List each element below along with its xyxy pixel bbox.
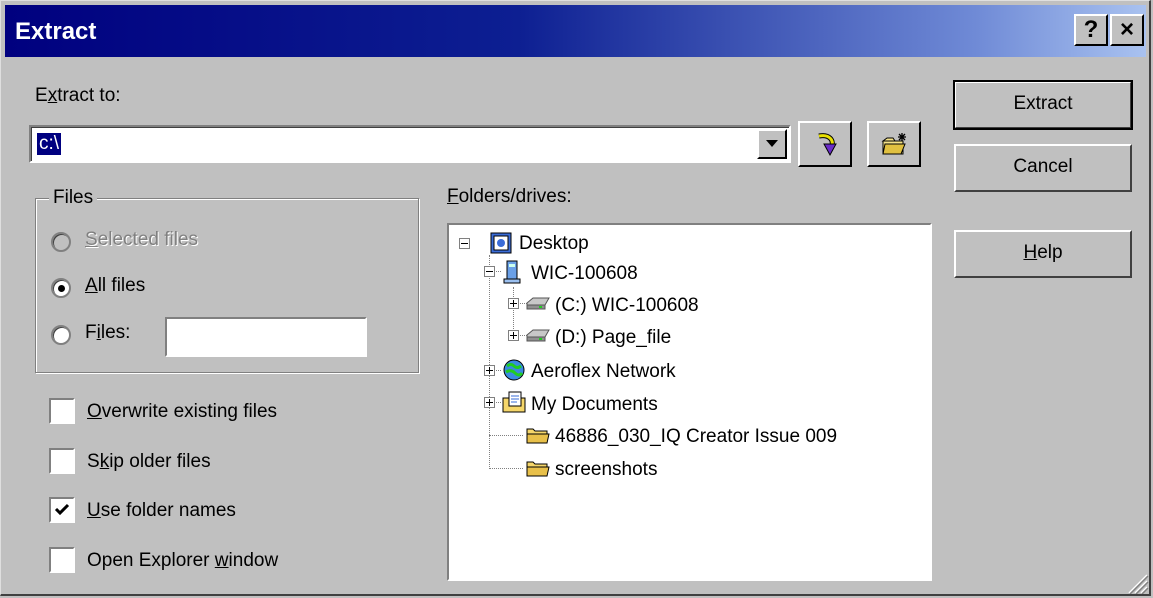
extract-button[interactable]: Extract [953, 80, 1133, 130]
drive-icon [526, 297, 550, 310]
use-folder-names-checkbox[interactable] [49, 497, 75, 523]
expand-network-toggle[interactable] [484, 365, 495, 376]
tree-item-desktop[interactable]: Desktop [519, 233, 589, 255]
checkmark-icon [54, 503, 70, 516]
tree-item-computer[interactable]: WIC-100608 [531, 263, 638, 285]
overwrite-existing-label: Overwrite existing files [87, 401, 278, 422]
window-title: Extract [15, 18, 97, 45]
use-folder-names-label: Use folder names [87, 500, 236, 521]
resize-grip-icon[interactable] [1125, 571, 1149, 595]
expand-my-documents-toggle[interactable] [484, 397, 495, 408]
skip-older-label: Skip older files [87, 451, 211, 472]
tree-item-iq-creator-folder[interactable]: 46886_030_IQ Creator Issue 009 [555, 426, 837, 448]
tree-item-drive-d[interactable]: (D:) Page_file [555, 327, 671, 349]
folders-tree[interactable]: Desktop WIC-100608 (C:) WIC-100608 (D:) … [447, 223, 932, 581]
expand-drive-c-toggle[interactable] [508, 298, 519, 309]
files-radio-label: Files: [85, 322, 131, 343]
help-button[interactable]: Help [954, 230, 1132, 278]
expand-drive-d-toggle[interactable] [508, 330, 519, 341]
skip-older-checkbox[interactable] [49, 448, 75, 474]
my-documents-icon [502, 391, 526, 413]
files-group-legend: Files [49, 187, 98, 209]
network-icon [503, 359, 525, 381]
tree-item-screenshots-folder[interactable]: screenshots [555, 459, 657, 481]
extract-to-value[interactable]: c:\ [37, 133, 62, 155]
open-explorer-label: Open Explorer window [87, 550, 279, 571]
extract-to-combobox[interactable]: c:\ [29, 125, 791, 163]
go-up-button[interactable] [798, 121, 852, 167]
selected-files-radio[interactable] [51, 232, 71, 252]
extract-to-label: Extract to: [35, 85, 121, 106]
computer-icon [503, 260, 521, 284]
chevron-down-icon [766, 140, 778, 147]
all-files-label: All files [85, 275, 146, 296]
title-bar[interactable]: Extract ? × [5, 5, 1146, 57]
tree-item-my-documents[interactable]: My Documents [531, 394, 658, 416]
collapse-computer-toggle[interactable] [484, 266, 495, 277]
files-radio[interactable] [51, 325, 71, 345]
up-arrow-icon [818, 133, 837, 157]
drive-icon [526, 329, 550, 342]
files-filter-input[interactable] [165, 317, 367, 357]
folder-icon [526, 461, 550, 477]
tree-item-drive-c[interactable]: (C:) WIC-100608 [555, 295, 699, 317]
extract-dialog: Extract ? × Extract to: c:\ Extract Canc… [0, 0, 1151, 596]
selected-files-label: Selected files [85, 229, 199, 250]
all-files-radio[interactable] [51, 278, 71, 298]
tree-item-network[interactable]: Aeroflex Network [531, 361, 676, 383]
new-folder-icon [881, 133, 906, 155]
folders-drives-label: Folders/drives: [447, 186, 572, 207]
collapse-desktop-toggle[interactable] [459, 238, 470, 249]
open-explorer-checkbox[interactable] [49, 547, 75, 573]
close-title-button[interactable]: × [1110, 14, 1144, 46]
extract-to-dropdown-button[interactable] [757, 129, 787, 159]
overwrite-existing-checkbox[interactable] [49, 398, 75, 424]
new-folder-button[interactable] [867, 121, 921, 167]
cancel-button[interactable]: Cancel [954, 144, 1132, 192]
desktop-icon [490, 232, 512, 254]
folder-icon [526, 428, 550, 444]
help-title-button[interactable]: ? [1074, 14, 1108, 46]
